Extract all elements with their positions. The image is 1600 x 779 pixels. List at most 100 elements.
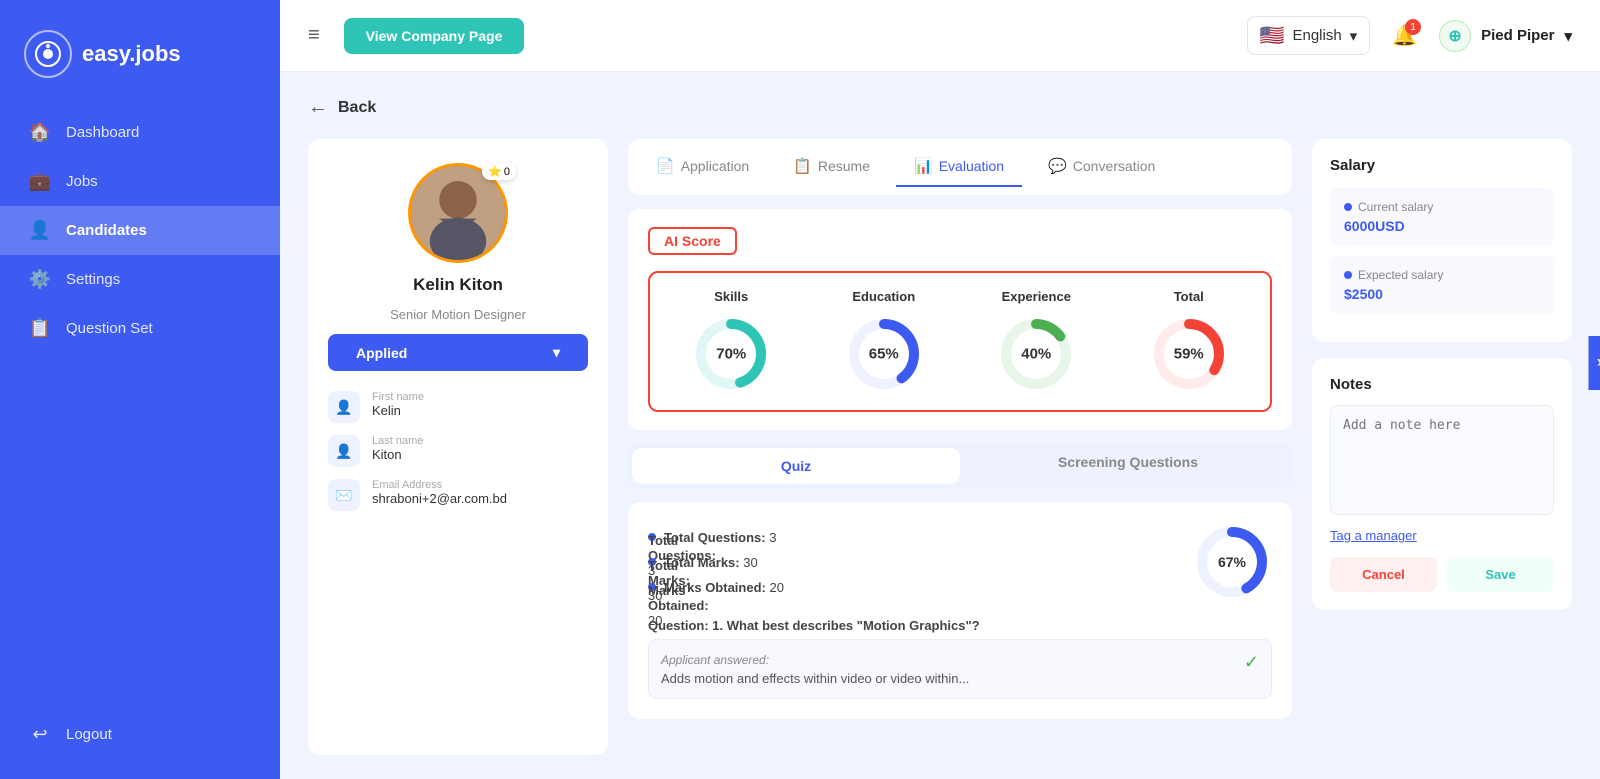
conversation-tab-icon: 💬 xyxy=(1048,157,1067,175)
tab-conversation[interactable]: 💬 Conversation xyxy=(1030,147,1173,187)
answer-label: Applicant answered: xyxy=(661,653,769,667)
quiz-score-donut: 67% xyxy=(1192,522,1272,602)
feedback-tab[interactable]: Feedback xyxy=(1588,336,1600,390)
sidebar-item-candidates[interactable]: 👤 Candidates xyxy=(0,206,280,255)
score-title-education: Education xyxy=(852,289,915,304)
home-icon: 🏠 xyxy=(28,122,52,143)
notification-badge: 1 xyxy=(1405,19,1421,35)
notifications-bell[interactable]: 🔔 1 xyxy=(1386,17,1423,54)
sidebar: easy.jobs 🏠 Dashboard 💼 Jobs 👤 Candidate… xyxy=(0,0,280,779)
email-value: shraboni+2@ar.com.bd xyxy=(372,491,507,506)
question-label: Question: 1. What best describes "Motion… xyxy=(648,618,1272,633)
ai-score-section: AI Score Skills 70% xyxy=(628,209,1292,430)
score-card-skills: Skills 70% xyxy=(660,289,803,394)
quiz-tab-screening[interactable]: Screening Questions xyxy=(964,444,1292,488)
candidate-name: Kelin Kiton xyxy=(413,275,503,295)
tabs-row: 📄 Application 📋 Resume 📊 Evaluation 💬 Co… xyxy=(628,139,1292,195)
candidate-card: ⭐ 0 Kelin Kiton Senior Motion Designer A… xyxy=(308,139,608,755)
menu-icon[interactable]: ≡ xyxy=(308,24,320,47)
answer-check-icon: ✓ xyxy=(1244,652,1259,673)
star-count: 0 xyxy=(504,166,510,178)
marks-obtained-label: Marks Obtained: 20 xyxy=(664,580,784,595)
status-label: Applied xyxy=(356,345,407,361)
sidebar-item-label: Candidates xyxy=(66,222,147,239)
tab-resume[interactable]: 📋 Resume xyxy=(775,147,888,187)
tab-evaluation-label: Evaluation xyxy=(939,158,1004,174)
sidebar-item-label: Jobs xyxy=(66,173,98,190)
quiz-screening-tabs: Quiz Screening Questions xyxy=(628,444,1292,488)
cancel-button[interactable]: Cancel xyxy=(1330,557,1437,592)
last-name-value: Kiton xyxy=(372,447,423,462)
score-title-skills: Skills xyxy=(714,289,748,304)
person-icon: 👤 xyxy=(328,391,360,423)
last-name-label: Last name xyxy=(372,435,423,447)
salary-dot2 xyxy=(1344,271,1352,279)
resume-tab-icon: 📋 xyxy=(793,157,812,175)
sidebar-item-label: Dashboard xyxy=(66,124,139,141)
sidebar-nav: 🏠 Dashboard 💼 Jobs 👤 Candidates ⚙️ Setti… xyxy=(0,108,280,759)
company-name: Pied Piper xyxy=(1481,27,1554,44)
content-area: ← Back ⭐ 0 xyxy=(280,72,1600,779)
company-icon: ⊕ xyxy=(1439,20,1471,52)
last-name-item: 👤 Last name Kiton xyxy=(328,435,588,467)
sidebar-item-settings[interactable]: ⚙️ Settings xyxy=(0,255,280,304)
save-button[interactable]: Save xyxy=(1447,557,1554,592)
feedback-label: Feedback xyxy=(1596,356,1600,370)
settings-icon: ⚙️ xyxy=(28,269,52,290)
sidebar-item-question-set[interactable]: 📋 Question Set xyxy=(0,304,280,353)
star-badge: ⭐ 0 xyxy=(482,163,516,180)
stat-dot3: Marks Obtained: 20 xyxy=(648,583,656,591)
current-salary-label: Current salary xyxy=(1344,200,1540,214)
avatar-wrap: ⭐ 0 xyxy=(408,163,508,263)
total-questions-label: Total Questions: 3 xyxy=(664,530,776,545)
jobs-icon: 💼 xyxy=(28,171,52,192)
view-company-button[interactable]: View Company Page xyxy=(344,18,525,54)
tab-application[interactable]: 📄 Application xyxy=(638,147,767,187)
marks-obtained-stat: Marks Obtained: 20 Marks Obtained: 20 xyxy=(648,580,1172,595)
sidebar-item-dashboard[interactable]: 🏠 Dashboard xyxy=(0,108,280,157)
score-donut-experience: 40% xyxy=(996,314,1076,394)
total-questions-stat: Total Questions: 3 Total Questions: 3 xyxy=(648,530,1172,545)
answer-text: Adds motion and effects within video or … xyxy=(661,671,969,686)
language-label: English xyxy=(1292,27,1341,44)
ai-score-label: AI Score xyxy=(648,227,737,255)
logo-text: easy.jobs xyxy=(82,41,181,67)
logout-label: Logout xyxy=(66,726,112,743)
language-selector[interactable]: 🇺🇸 English ▾ xyxy=(1247,16,1371,55)
topbar: ≡ View Company Page 🇺🇸 English ▾ 🔔 1 ⊕ P… xyxy=(280,0,1600,72)
score-card-total: Total 59% xyxy=(1118,289,1261,394)
expected-salary-label: Expected salary xyxy=(1344,268,1540,282)
sidebar-item-jobs[interactable]: 💼 Jobs xyxy=(0,157,280,206)
main-area: ≡ View Company Page 🇺🇸 English ▾ 🔔 1 ⊕ P… xyxy=(280,0,1600,779)
back-button[interactable]: ← Back xyxy=(308,96,1572,119)
question-set-icon: 📋 xyxy=(28,318,52,339)
back-arrow-icon: ← xyxy=(308,96,328,119)
tag-manager-link[interactable]: Tag a manager xyxy=(1330,528,1554,543)
first-name-value: Kelin xyxy=(372,403,424,418)
chevron-down-icon: ▾ xyxy=(1564,27,1572,45)
tab-evaluation[interactable]: 📊 Evaluation xyxy=(896,147,1022,187)
right-panel: Salary Current salary 6000USD Expected s… xyxy=(1312,139,1572,755)
notes-actions: Cancel Save xyxy=(1330,557,1554,592)
answer-box: Applicant answered: Adds motion and effe… xyxy=(648,639,1272,699)
logo: easy.jobs xyxy=(0,20,280,108)
quiz-tab-quiz[interactable]: Quiz xyxy=(632,448,960,484)
score-donut-education: 65% xyxy=(844,314,924,394)
salary-dot xyxy=(1344,203,1352,211)
tab-application-label: Application xyxy=(681,158,750,174)
company-selector[interactable]: ⊕ Pied Piper ▾ xyxy=(1439,20,1572,52)
salary-card: Salary Current salary 6000USD Expected s… xyxy=(1312,139,1572,342)
total-marks-stat: Total Marks: 30 Total Marks: 30 xyxy=(648,555,1172,570)
application-tab-icon: 📄 xyxy=(656,157,675,175)
sidebar-item-label: Settings xyxy=(66,271,120,288)
stat-dot2: Total Marks: 30 xyxy=(648,558,656,566)
total-marks-label: Total Marks: 30 xyxy=(664,555,758,570)
stat-dot: Total Questions: 3 xyxy=(648,533,656,541)
current-salary-value: 6000USD xyxy=(1344,218,1540,234)
status-dropdown[interactable]: Applied ▾ xyxy=(328,334,588,371)
email-item: ✉️ Email Address shraboni+2@ar.com.bd xyxy=(328,479,588,511)
logout-item[interactable]: ↩ Logout xyxy=(0,710,280,759)
tab-resume-label: Resume xyxy=(818,158,870,174)
notes-textarea[interactable] xyxy=(1330,405,1554,515)
score-donut-skills: 70% xyxy=(691,314,771,394)
